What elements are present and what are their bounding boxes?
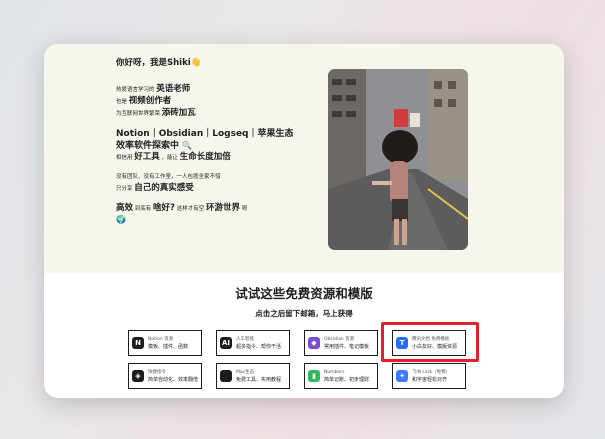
resource-card[interactable]: ◆ Obsidian 资源 常用插件、笔记模板 xyxy=(304,330,378,356)
intro-line-2: 也是 视频创作者 xyxy=(116,96,172,106)
resource-desc: 常用插件、笔记模板 xyxy=(324,343,370,350)
resource-desc: 简单自动化、效率翻倍 xyxy=(148,376,198,383)
resources-title: 试试这些免费资源和模版 xyxy=(235,286,373,301)
resource-desc: 模板、插件、函数 xyxy=(148,343,189,350)
resource-desc: 简单记账、初步理财 xyxy=(324,376,370,383)
ai-icon: AI xyxy=(220,337,232,349)
intro-line-7: 高效 到底有 啥好? 这样才有空 环游世界 呀 xyxy=(116,203,248,213)
intro-line-1: 热爱语言学习的 英语老师 xyxy=(116,84,191,94)
apple-icon xyxy=(220,370,232,382)
magnifier-icon: 🔍 xyxy=(182,141,193,150)
page-card: 你好呀，我是Shiki👋 热爱语言学习的 英语老师 也是 视频创作者 为互联网世… xyxy=(44,44,564,398)
resource-card[interactable]: N Notion 资源 模板、插件、函数 xyxy=(128,330,202,356)
resources-subtitle: 点击之后留下邮箱，马上获得 xyxy=(255,309,353,318)
intro-text: 你好呀，我是Shiki👋 热爱语言学习的 英语老师 也是 视频创作者 为互联网世… xyxy=(116,56,296,225)
intro-line-3: 为互联网世界繁荣 添砖加瓦 xyxy=(116,108,196,118)
resource-desc: 和宇宙轻松对齐 xyxy=(412,376,448,383)
resource-name: 人工智能 xyxy=(236,336,254,342)
numbers-icon: ▮ xyxy=(308,370,320,382)
intro-line-5: 没有团队、没有工作室，一人包揽全家不惜 xyxy=(116,174,221,180)
resource-name: Mac生态 xyxy=(236,369,255,375)
resource-card[interactable]: ◈ 快捷指令 简单自动化、效率翻倍 xyxy=(128,363,202,389)
shortcuts-icon: ◈ xyxy=(132,370,144,382)
hero-section: 你好呀，我是Shiki👋 热爱语言学习的 英语老师 也是 视频创作者 为互联网世… xyxy=(44,44,564,273)
intro-line-4: 相信用 好工具 ，能让 生命长度加倍 xyxy=(116,152,231,162)
feishu-icon: ✦ xyxy=(396,370,408,382)
resource-text: 飞书 Lark（免费） 和宇宙轻松对齐 xyxy=(412,369,450,384)
obsidian-icon: ◆ xyxy=(308,337,320,349)
resource-text: 快捷指令 简单自动化、效率翻倍 xyxy=(148,369,198,384)
resource-card[interactable]: ✦ 飞书 Lark（免费） 和宇宙轻松对齐 xyxy=(392,363,466,389)
tools-line: Notion｜Obsidian｜Logseq｜苹果生态 xyxy=(116,129,294,139)
resource-name: 飞书 Lark（免费） xyxy=(412,369,451,375)
resource-card[interactable]: AI 人工智能 超多指令、帮你干活 xyxy=(216,330,290,356)
resource-name: 快捷指令 xyxy=(148,369,166,375)
profile-photo xyxy=(328,69,468,250)
highlight-box xyxy=(381,322,479,362)
resource-card[interactable]: Mac生态 免费工具、实用教程 xyxy=(216,363,290,389)
resource-name: Obsidian 资源 xyxy=(324,336,355,342)
greeting: 你好呀，我是Shiki👋 xyxy=(116,58,202,68)
resource-card[interactable]: ▮ Numbers 简单记账、初步理财 xyxy=(304,363,378,389)
resource-text: Notion 资源 模板、插件、函数 xyxy=(148,336,188,351)
resource-text: 人工智能 超多指令、帮你干活 xyxy=(236,336,281,351)
explorer-line: 效率软件探索中 🔍 xyxy=(116,141,193,151)
resources-section: 试试这些免费资源和模版 点击之后留下邮箱，马上获得 N Notion 资源 模板、插… xyxy=(44,273,564,398)
resource-text: Mac生态 免费工具、实用教程 xyxy=(236,369,281,384)
resource-text: Obsidian 资源 常用插件、笔记模板 xyxy=(324,336,369,351)
resource-desc: 免费工具、实用教程 xyxy=(236,376,282,383)
street-photo-illustration xyxy=(328,69,468,250)
resource-name: Numbers xyxy=(324,369,345,375)
intro-line-6: 只分享 自己的真实感受 xyxy=(116,183,194,193)
globe-icon: 🌍 xyxy=(116,215,126,224)
resource-text: Numbers 简单记账、初步理财 xyxy=(324,369,369,384)
resource-desc: 超多指令、帮你干活 xyxy=(236,343,282,350)
resource-name: Notion 资源 xyxy=(148,336,174,342)
notion-icon: N xyxy=(132,337,144,349)
